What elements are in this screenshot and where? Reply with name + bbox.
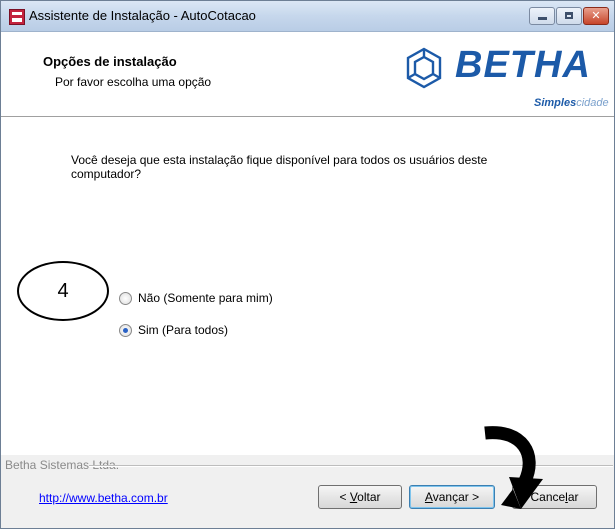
minimize-button[interactable] xyxy=(529,7,555,25)
logo-tagline: Simplescidade xyxy=(534,97,609,109)
annotation-number: 4 xyxy=(57,280,69,302)
back-button[interactable]: < Voltar xyxy=(318,485,402,509)
logo-tagline-light: cidade xyxy=(576,97,609,109)
back-rest: oltar xyxy=(357,490,381,504)
cancel-rest: ar xyxy=(567,490,579,504)
radio-all-users[interactable] xyxy=(119,323,132,337)
option-all-users-label: Sim (Para todos) xyxy=(138,323,229,337)
header-panel: Opções de instalação Por favor escolha u… xyxy=(1,32,614,117)
radio-only-me[interactable] xyxy=(119,291,132,305)
maximize-icon xyxy=(565,12,573,19)
curved-arrow-icon xyxy=(484,426,543,509)
installer-window: Assistente de Instalação - AutoCotacao ✕… xyxy=(0,0,615,529)
betha-logo-icon xyxy=(406,47,442,89)
annotation-circle: 4 xyxy=(17,261,109,321)
close-button[interactable]: ✕ xyxy=(583,7,609,25)
option-only-me-label: Não (Somente para mim) xyxy=(138,291,273,305)
minimize-icon xyxy=(538,17,547,20)
content-panel: Você deseja que esta instalação fique di… xyxy=(1,117,614,455)
next-accesskey: A xyxy=(424,490,433,504)
app-icon xyxy=(9,9,25,25)
maximize-button[interactable] xyxy=(556,7,582,25)
page-subtitle: Por favor escolha uma opção xyxy=(55,75,212,89)
option-all-users[interactable]: Sim (Para todos) xyxy=(119,323,228,337)
website-link[interactable]: http://www.betha.com.br xyxy=(39,491,168,505)
back-prefix: < xyxy=(339,490,350,504)
title-bar[interactable]: Assistente de Instalação - AutoCotacao ✕ xyxy=(1,1,614,32)
window-title: Assistente de Instalação - AutoCotacao xyxy=(29,8,256,23)
page-title: Opções de instalação xyxy=(43,54,177,69)
logo-tagline-bold: Simples xyxy=(534,97,577,109)
install-question: Você deseja que esta instalação fique di… xyxy=(71,153,488,181)
close-icon: ✕ xyxy=(591,10,601,22)
option-only-me[interactable]: Não (Somente para mim) xyxy=(119,291,273,305)
logo-text: BETHA xyxy=(455,44,591,86)
